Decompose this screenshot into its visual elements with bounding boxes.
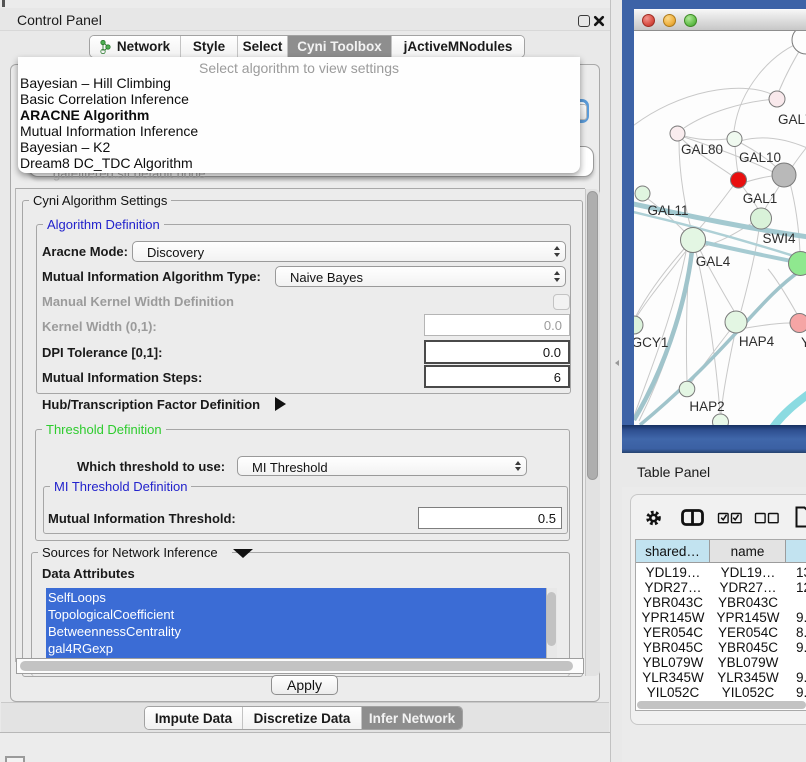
svg-text:HAP2: HAP2 <box>689 399 724 414</box>
svg-text:GAL1: GAL1 <box>743 191 778 206</box>
svg-text:GAL11: GAL11 <box>647 203 688 218</box>
svg-text:GAL10: GAL10 <box>739 150 781 165</box>
svg-text:GAL80: GAL80 <box>681 142 723 157</box>
svg-text:GAL7: GAL7 <box>778 112 806 127</box>
svg-text:YJ: YJ <box>801 335 806 350</box>
svg-text:GCY1: GCY1 <box>634 335 668 350</box>
svg-text:SWI4: SWI4 <box>762 231 795 246</box>
svg-text:HAP4: HAP4 <box>739 334 775 349</box>
svg-text:GAL4: GAL4 <box>696 254 731 269</box>
